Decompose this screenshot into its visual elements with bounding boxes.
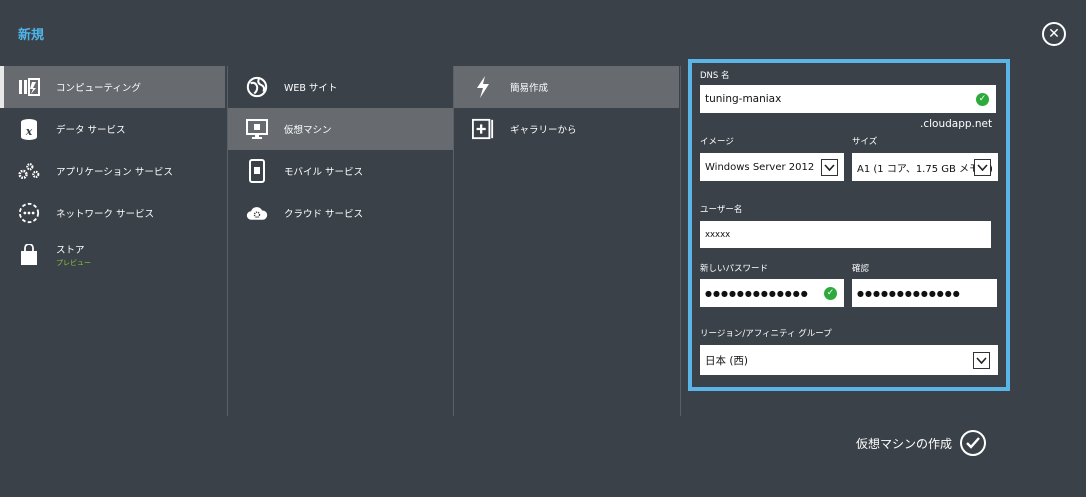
- category-item-store[interactable]: ストア プレビュー: [0, 234, 225, 276]
- gears-icon: [18, 160, 40, 182]
- service-item-website[interactable]: WEB サイト: [228, 66, 453, 108]
- page-title: 新規: [18, 28, 45, 43]
- region-label: リージョン/アフィニティ グループ: [700, 329, 832, 339]
- chevron-down-icon[interactable]: [973, 352, 990, 369]
- mobile-icon: [246, 159, 268, 183]
- image-select-value: Windows Server 2012: [705, 161, 815, 173]
- username-input[interactable]: xxxxx: [700, 221, 991, 248]
- dns-valid-check-icon: ✓: [976, 93, 989, 106]
- create-vm-label: 仮想マシンの作成: [856, 436, 953, 451]
- method-label: ギャラリーから: [510, 125, 577, 136]
- category-label: アプリケーション サービス: [56, 167, 173, 178]
- cloud-gear-icon: [246, 202, 268, 224]
- service-label: クラウド サービス: [284, 209, 364, 220]
- dns-label: DNS 名: [700, 71, 730, 81]
- service-list: WEB サイト 仮想マシン モバイル サービス クラウド サービス: [227, 66, 453, 416]
- category-item-app-services[interactable]: アプリケーション サービス: [0, 150, 225, 192]
- service-item-cloud[interactable]: クラウド サービス: [228, 192, 453, 234]
- chevron-down-icon[interactable]: [974, 159, 991, 176]
- service-label: 仮想マシン: [284, 125, 332, 136]
- close-icon[interactable]: ✕: [1042, 22, 1066, 46]
- category-item-data-services[interactable]: x データ サービス: [0, 108, 225, 150]
- monitor-icon: [246, 118, 268, 140]
- image-label: イメージ: [700, 137, 734, 147]
- confirm-password-input[interactable]: ●●●●●●●●●●●●●: [852, 279, 997, 307]
- username-label: ユーザー名: [700, 205, 743, 215]
- lightning-icon: [472, 76, 494, 98]
- method-item-quick-create[interactable]: 簡易作成: [454, 66, 679, 108]
- category-list: コンピューティング x データ サービス アプリケーション サービス ネットワー…: [0, 66, 225, 416]
- category-item-compute[interactable]: コンピューティング: [0, 66, 225, 108]
- service-label: WEB サイト: [284, 83, 338, 94]
- category-item-network[interactable]: ネットワーク サービス: [0, 192, 225, 234]
- service-label: モバイル サービス: [284, 167, 364, 178]
- column-divider: [680, 66, 687, 416]
- region-select[interactable]: 日本 (西): [700, 345, 998, 375]
- password-label: 新しいパスワード: [700, 264, 769, 274]
- confirm-label: 確認: [852, 264, 870, 274]
- chevron-down-icon[interactable]: [821, 159, 838, 176]
- vm-quick-create-form: DNS 名 tuning-maniax ✓ .cloudapp.net イメージ…: [688, 59, 1010, 391]
- password-valid-check-icon: ✓: [824, 287, 837, 300]
- method-label: 簡易作成: [510, 83, 549, 94]
- service-item-mobile[interactable]: モバイル サービス: [228, 150, 453, 192]
- create-vm-button[interactable]: 仮想マシンの作成: [856, 430, 987, 456]
- svg-text:x: x: [25, 125, 33, 138]
- compute-icon: [18, 76, 40, 98]
- region-select-value: 日本 (西): [705, 354, 749, 367]
- create-method-list: 簡易作成 ギャラリーから: [453, 66, 679, 416]
- data-services-icon: x: [18, 118, 40, 140]
- category-label: コンピューティング: [56, 83, 141, 94]
- size-select-value: A1 (1 コア、1.75 GB メモリ): [857, 163, 993, 175]
- checkmark-icon[interactable]: [960, 430, 987, 456]
- category-label: データ サービス: [56, 125, 126, 136]
- store-bag-icon: [18, 244, 40, 266]
- preview-badge: プレビュー: [56, 259, 91, 267]
- method-item-from-gallery[interactable]: ギャラリーから: [454, 108, 679, 150]
- size-label: サイズ: [852, 137, 878, 147]
- network-icon: [18, 202, 40, 224]
- selection-bar: [0, 66, 4, 108]
- category-label: ネットワーク サービス: [56, 209, 155, 220]
- globe-icon: [246, 76, 268, 98]
- gallery-plus-icon: [472, 118, 494, 140]
- service-item-virtual-machine[interactable]: 仮想マシン: [228, 108, 453, 150]
- dns-input[interactable]: tuning-maniax: [700, 85, 996, 113]
- store-label-group: ストア プレビュー: [56, 242, 91, 268]
- password-input[interactable]: ●●●●●●●●●●●●●: [700, 279, 844, 307]
- dns-suffix: .cloudapp.net: [920, 118, 993, 130]
- category-label: ストア: [56, 245, 85, 256]
